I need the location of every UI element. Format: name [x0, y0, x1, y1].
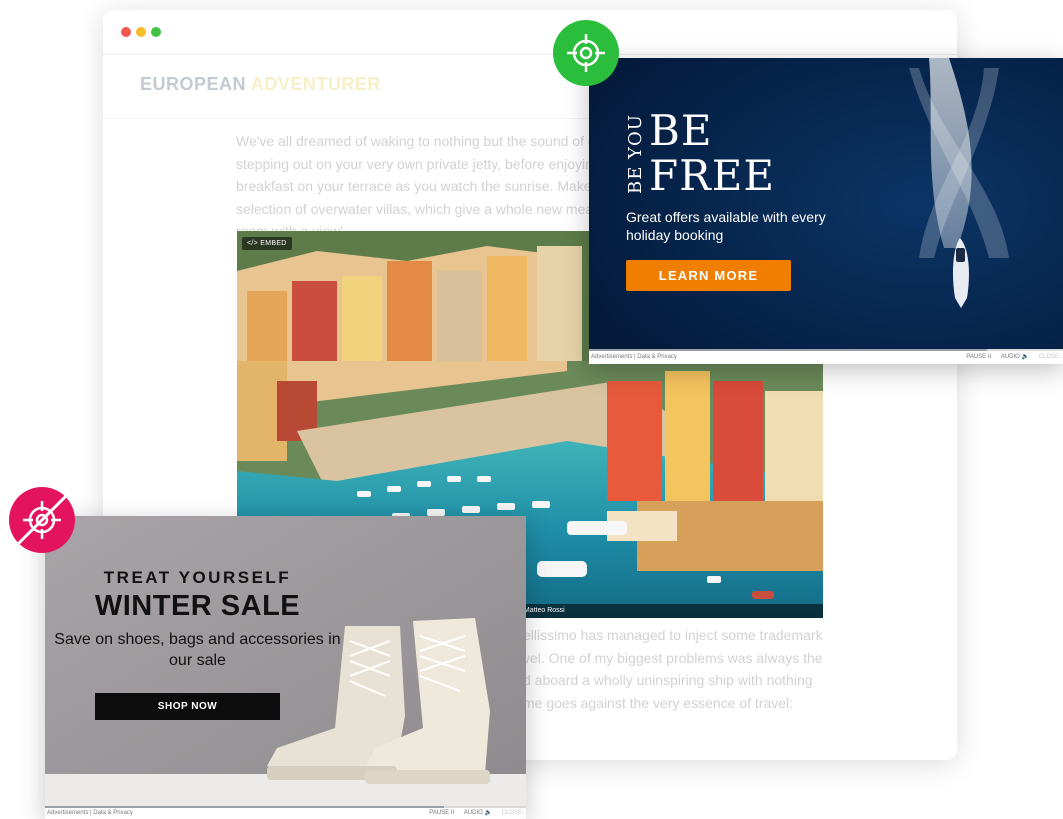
shop-now-button[interactable]: SHOP NOW — [95, 693, 280, 720]
audio-button[interactable]: AUDIO 🔈 — [464, 810, 492, 816]
learn-more-button[interactable]: LEARN MORE — [626, 260, 791, 291]
window-close-dot[interactable] — [121, 27, 131, 37]
ad-privacy-link[interactable]: Advertisements | Data & Privacy — [591, 351, 677, 364]
close-button[interactable]: CLOSE — [1039, 354, 1059, 360]
site-logo-part2: ADVENTURER — [250, 74, 381, 94]
ad-be-you-vertical: BE YOU — [625, 114, 646, 194]
crosshair-target-blocked-glyph — [15, 493, 69, 547]
ad-be-free-creative[interactable]: BE YOU BE FREE Great offers available wi… — [589, 58, 1063, 349]
ad-privacy-link[interactable]: Advertisements | Data & Privacy — [47, 808, 133, 819]
crosshair-target-icon — [553, 20, 619, 86]
site-logo[interactable]: EUROPEAN ADVENTURER — [140, 74, 381, 95]
ad-controls: PAUSE II AUDIO 🔈 CLOSE — [958, 351, 1059, 364]
window-maximize-dot[interactable] — [151, 27, 161, 37]
ad-be-free-footer: Advertisements | Data & Privacy PAUSE II… — [589, 351, 1063, 364]
ad-winter-sale-footer: Advertisements | Data & Privacy PAUSE II… — [45, 808, 526, 819]
pause-button[interactable]: PAUSE II — [429, 810, 454, 816]
ad-be-free-background — [589, 58, 1063, 349]
article-outro-paragraph: ellissimo has managed to inject some tra… — [523, 627, 823, 711]
crosshair-target-blocked-icon — [9, 487, 75, 553]
close-button[interactable]: CLOSE — [502, 810, 522, 816]
ad-winter-sale-creative[interactable]: TREAT YOURSELF WINTER SALE Save on shoes… — [45, 516, 526, 806]
window-minimize-dot[interactable] — [136, 27, 146, 37]
crosshair-target-green-glyph — [567, 34, 605, 72]
audio-button[interactable]: AUDIO 🔈 — [1001, 354, 1029, 360]
ad-winter-sale[interactable]: TREAT YOURSELF WINTER SALE Save on shoes… — [45, 516, 526, 819]
browser-toolbar — [103, 10, 957, 55]
ad-winter-sale-kicker: TREAT YOURSELF — [103, 568, 292, 587]
ad-winter-sale-headline: WINTER SALE — [94, 590, 301, 622]
ad-be-free-headline-2: FREE — [649, 151, 776, 200]
ad-be-free-offer: Great offers available with every holida… — [626, 209, 826, 243]
site-logo-part1: EUROPEAN — [140, 74, 247, 94]
ad-be-free-headline-1: BE — [649, 106, 713, 155]
ad-winter-sale-body: Save on shoes, bags and accessories in o… — [54, 631, 341, 669]
ad-controls: PAUSE II AUDIO 🔈 CLOSE — [421, 808, 522, 819]
pause-button[interactable]: PAUSE II — [966, 354, 991, 360]
ad-be-free[interactable]: BE YOU BE FREE Great offers available wi… — [589, 58, 1063, 364]
embed-badge[interactable]: </> EMBED — [242, 237, 292, 250]
